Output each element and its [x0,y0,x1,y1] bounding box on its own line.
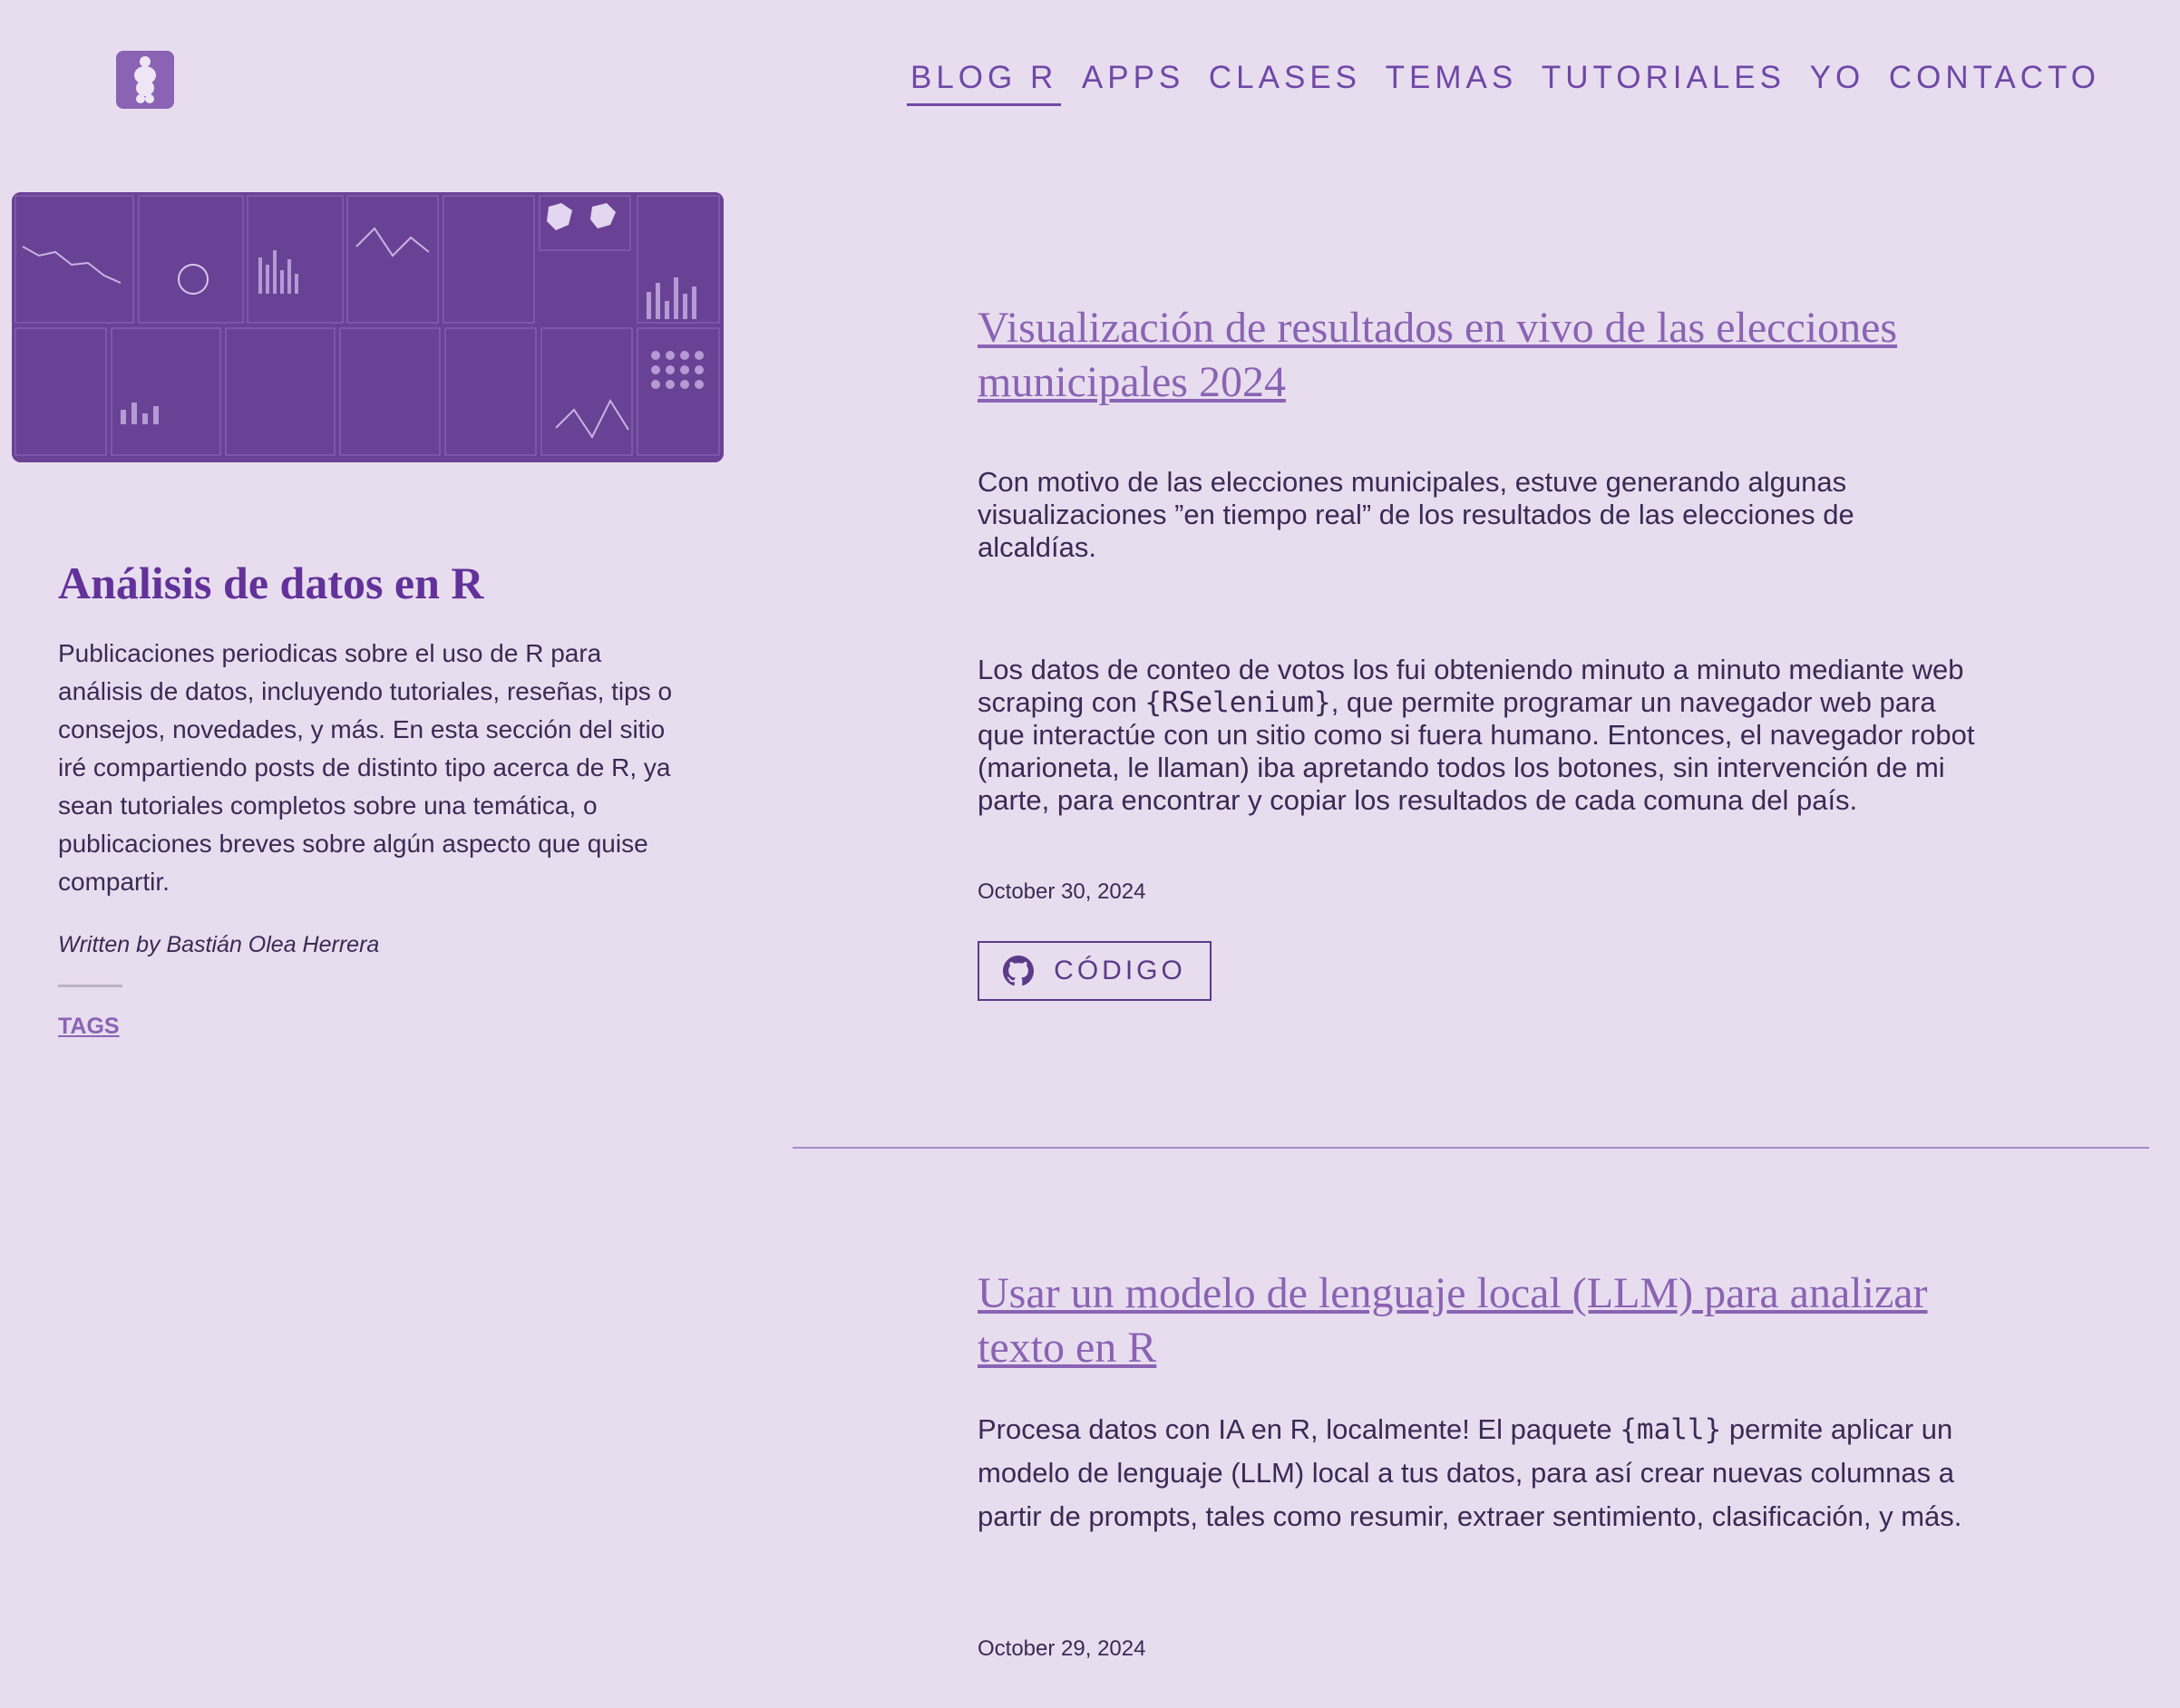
post-date: October 29, 2024 [978,1636,1146,1661]
tags-link[interactable]: TAGS [58,1014,120,1040]
venus-figurine-icon [134,56,156,103]
nav-blog-r[interactable]: BLOG R [907,54,1062,106]
nav-contacto[interactable]: CONTACTO [1885,54,2104,106]
package-name: {RSelenium} [1144,686,1331,719]
post-excerpt: Procesa datos con IA en R, localmente! E… [978,1408,1975,1538]
nav-clases[interactable]: CLASES [1205,54,1365,106]
hero-image [12,192,724,462]
sidebar-divider [58,985,122,987]
author-line: Written by Bastián Olea Herrera [58,932,380,957]
code-button[interactable]: CÓDIGO [978,941,1212,1001]
post-excerpt: Con motivo de las elecciones municipales… [978,466,1854,563]
post-title-link[interactable]: Usar un modelo de lenguaje local (LLM) p… [978,1266,1975,1375]
nav-tutoriales[interactable]: TUTORIALES [1538,54,1789,106]
main-nav: BLOG R APPS CLASES TEMAS TUTORIALES YO C… [907,54,2104,106]
sidebar-title: Análisis de datos en R [58,558,484,608]
nav-apps[interactable]: APPS [1078,54,1188,106]
github-icon [1003,956,1035,986]
post-separator [793,1147,2149,1149]
site-logo[interactable] [116,51,174,109]
sidebar-description: Publicaciones periodicas sobre el uso de… [58,639,673,896]
post-title-link[interactable]: Visualización de resultados en vivo de l… [978,301,1975,410]
post-body: Los datos de conteo de votos los fui obt… [978,654,1975,817]
nav-yo[interactable]: YO [1806,54,1869,106]
code-button-label: CÓDIGO [1054,956,1186,985]
post-excerpt-text: Procesa datos con IA en R, localmente! E… [978,1413,1620,1445]
package-name: {mall} [1620,1413,1722,1446]
post-date: October 30, 2024 [978,879,1146,904]
nav-temas[interactable]: TEMAS [1382,54,1522,106]
